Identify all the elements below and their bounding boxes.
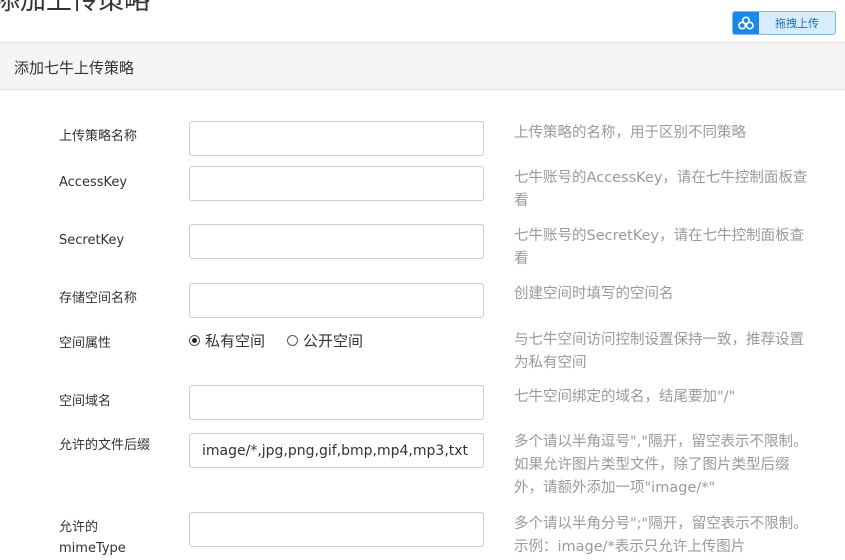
access-key-help: 七牛账号的AccessKey，请在七牛控制面板查看 — [514, 170, 808, 209]
radio-private-label: 私有空间 — [205, 332, 266, 350]
secret-key-input[interactable] — [189, 224, 484, 259]
access-key-input[interactable] — [189, 166, 484, 201]
access-key-label: AccessKey — [59, 175, 128, 190]
panel-header: 添加七牛上传策略 — [0, 42, 845, 90]
page-title: 添加上传策略 — [0, 0, 151, 16]
radio-checked-icon[interactable] — [189, 335, 200, 346]
domain-label: 空间域名 — [59, 394, 112, 409]
radio-public-label: 公开空间 — [303, 332, 364, 350]
panel-title: 添加七牛上传策略 — [14, 59, 135, 77]
bucket-name-label: 存储空间名称 — [59, 291, 138, 306]
drag-upload-button[interactable]: 拖拽上传 — [732, 11, 836, 35]
bucket-privacy-label: 空间属性 — [59, 336, 112, 351]
domain-help: 七牛空间绑定的域名，结尾要加"/" — [514, 389, 736, 405]
drag-upload-label: 拖拽上传 — [775, 17, 819, 30]
radio-private-bucket[interactable]: 私有空间 — [189, 330, 265, 351]
domain-input[interactable] — [189, 385, 484, 420]
bucket-name-help: 创建空间时填写的空间名 — [514, 286, 674, 302]
allowed-ext-help: 多个请以半角逗号","隔开，留空表示不限制。如果允许图片类型文件，除了图片类型后… — [514, 434, 808, 496]
mime-type-help: 多个请以半角分号";"隔开，留空表示不限制。示例：image/*表示只允许上传图… — [514, 516, 808, 555]
secret-key-help: 七牛账号的SecretKey，请在七牛控制面板查看 — [514, 228, 805, 267]
secret-key-label: SecretKey — [59, 233, 125, 248]
policy-name-input[interactable] — [189, 121, 484, 156]
policy-name-help: 上传策略的名称，用于区别不同策略 — [514, 125, 746, 141]
bucket-name-input[interactable] — [189, 283, 484, 318]
allowed-ext-label: 允许的文件后缀 — [59, 438, 151, 453]
policy-name-label: 上传策略名称 — [59, 129, 138, 144]
mime-type-input[interactable] — [189, 512, 484, 547]
radio-unchecked-icon[interactable] — [287, 335, 299, 346]
allowed-ext-input[interactable] — [189, 433, 484, 468]
bucket-privacy-radio-group: 私有空间 公开空间 — [189, 330, 363, 351]
cloud-icon — [733, 12, 759, 34]
radio-public-bucket[interactable]: 公开空间 — [287, 330, 363, 351]
mime-type-label: 允许的mimeType — [59, 520, 126, 556]
bucket-privacy-help: 与七牛空间访问控制设置保持一致，推荐设置为私有空间 — [514, 332, 804, 371]
